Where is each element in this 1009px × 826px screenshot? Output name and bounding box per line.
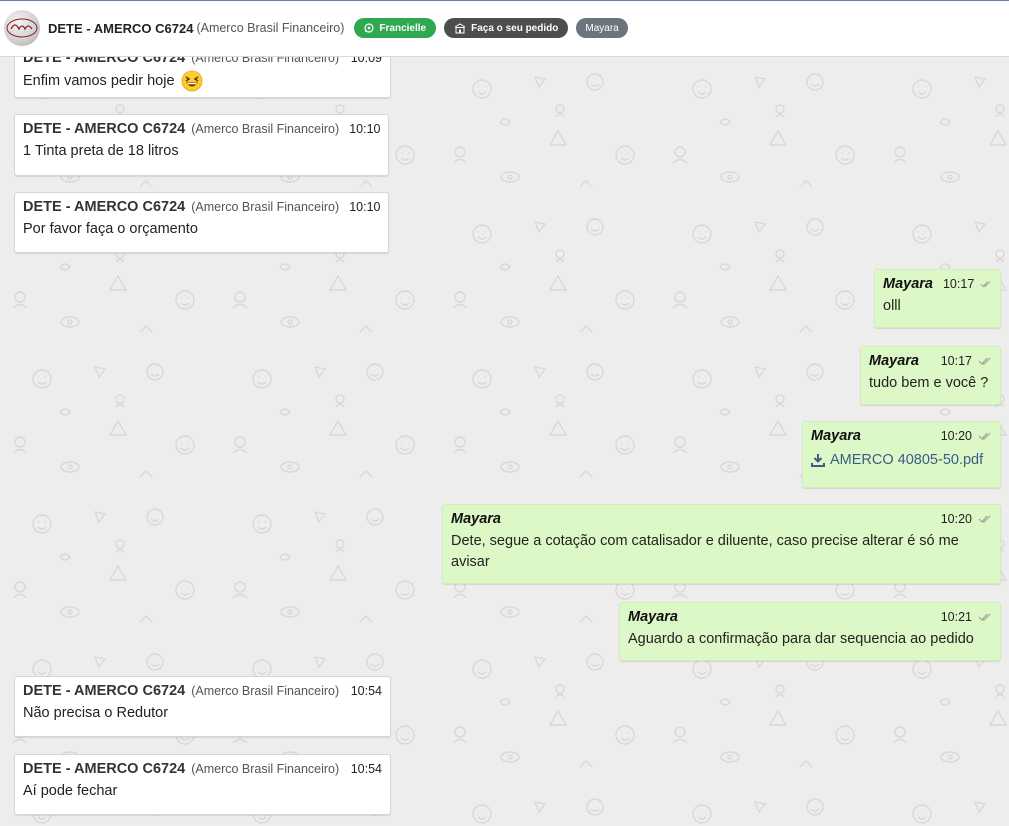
contact-company: (Amerco Brasil Financeiro) bbox=[196, 21, 345, 35]
agent-tag-label: Francielle bbox=[379, 22, 427, 34]
message-time: 10:20 bbox=[940, 429, 972, 443]
store-icon bbox=[454, 22, 466, 34]
message-time: 10:17 bbox=[942, 277, 975, 291]
chat-messages-area[interactable]: DETE - AMERCO C6724 (Amerco Brasil Finan… bbox=[0, 57, 1009, 826]
agent-tag[interactable]: Francielle bbox=[354, 18, 437, 38]
double-check-icon bbox=[978, 357, 991, 365]
message-text: tudo bem e você ? bbox=[869, 375, 989, 391]
attachment-filename: AMERCO 40805-50.pdf bbox=[830, 452, 984, 468]
message-bubble-outgoing[interactable]: Mayara 10:20 Dete, segue a cotação com c… bbox=[442, 504, 1001, 584]
message-sender: DETE - AMERCO C6724 bbox=[23, 199, 186, 215]
grinning-squinting-face-emoji-icon bbox=[181, 70, 202, 92]
message-bubble-incoming[interactable]: DETE - AMERCO C6724 (Amerco Brasil Finan… bbox=[14, 754, 391, 815]
message-time: 10:21 bbox=[940, 610, 972, 624]
attachment-link[interactable]: AMERCO 40805-50.pdf bbox=[811, 452, 992, 468]
message-time: 10:20 bbox=[940, 512, 972, 526]
amerco-logo-icon bbox=[6, 18, 38, 38]
whatsapp-icon bbox=[364, 23, 375, 33]
message-time: 10:17 bbox=[940, 354, 972, 368]
user-tag[interactable]: Mayara bbox=[576, 18, 628, 38]
message-time: 10:54 bbox=[350, 762, 382, 776]
message-sender-company: (Amerco Brasil Financeiro) bbox=[191, 684, 340, 698]
double-check-icon bbox=[978, 432, 991, 440]
message-time: 10:10 bbox=[349, 200, 381, 214]
message-bubble-outgoing[interactable]: Mayara 10:21 Aguardo a confirmação para … bbox=[619, 602, 1001, 661]
message-sender: Mayara bbox=[451, 511, 501, 527]
message-text: Aguardo a confirmação para dar sequencia… bbox=[628, 631, 974, 647]
chat-header: DETE - AMERCO C6724 (Amerco Brasil Finan… bbox=[0, 0, 1009, 57]
message-sender: Mayara bbox=[869, 353, 919, 369]
message-sender: DETE - AMERCO C6724 bbox=[23, 761, 186, 777]
message-text: Enfim vamos pedir hoje bbox=[23, 72, 175, 89]
message-text: Dete, segue a cotação com catalisador e … bbox=[451, 533, 959, 570]
message-sender-company: (Amerco Brasil Financeiro) bbox=[191, 200, 340, 214]
message-text: 1 Tinta preta de 18 litros bbox=[23, 143, 179, 159]
message-sender: Mayara bbox=[628, 609, 678, 625]
message-bubble-outgoing[interactable]: Mayara 10:20 AMERCO 40805-50.pdf bbox=[802, 421, 1001, 488]
order-tag-label: Faça o seu pedido bbox=[471, 22, 559, 34]
message-bubble-incoming[interactable]: DETE - AMERCO C6724 (Amerco Brasil Finan… bbox=[14, 114, 389, 176]
message-bubble-outgoing[interactable]: Mayara 10:17 tudo bem e você ? bbox=[860, 346, 1001, 405]
order-tag[interactable]: Faça o seu pedido bbox=[444, 18, 569, 38]
message-text: Por favor faça o orçamento bbox=[23, 221, 198, 237]
message-bubble-incoming[interactable]: DETE - AMERCO C6724 (Amerco Brasil Finan… bbox=[14, 192, 389, 253]
message-sender: DETE - AMERCO C6724 bbox=[23, 121, 186, 137]
message-sender: DETE - AMERCO C6724 bbox=[23, 683, 186, 699]
message-text: Aí pode fechar bbox=[23, 783, 118, 799]
contact-avatar[interactable] bbox=[4, 10, 40, 46]
message-text: Não precisa o Redutor bbox=[23, 705, 169, 721]
double-check-icon bbox=[980, 281, 991, 288]
double-check-icon bbox=[978, 515, 991, 523]
message-sender-company: (Amerco Brasil Financeiro) bbox=[191, 57, 340, 65]
user-tag-label: Mayara bbox=[585, 22, 619, 34]
message-time: 10:10 bbox=[349, 122, 381, 136]
message-sender: DETE - AMERCO C6724 bbox=[23, 57, 186, 66]
message-bubble-incoming[interactable]: DETE - AMERCO C6724 (Amerco Brasil Finan… bbox=[14, 57, 391, 98]
message-bubble-outgoing[interactable]: Mayara 10:17 olll bbox=[874, 269, 1001, 328]
message-sender-company: (Amerco Brasil Financeiro) bbox=[191, 762, 340, 776]
download-icon bbox=[811, 454, 825, 467]
contact-name: DETE - AMERCO C6724 bbox=[48, 20, 194, 36]
message-text: olll bbox=[883, 298, 901, 314]
message-bubble-incoming[interactable]: DETE - AMERCO C6724 (Amerco Brasil Finan… bbox=[14, 676, 391, 737]
message-sender: Mayara bbox=[883, 276, 933, 292]
message-sender-company: (Amerco Brasil Financeiro) bbox=[191, 122, 340, 136]
message-sender: Mayara bbox=[811, 428, 861, 444]
double-check-icon bbox=[978, 613, 991, 621]
message-time: 10:54 bbox=[350, 684, 382, 698]
message-time: 10:09 bbox=[350, 57, 382, 65]
